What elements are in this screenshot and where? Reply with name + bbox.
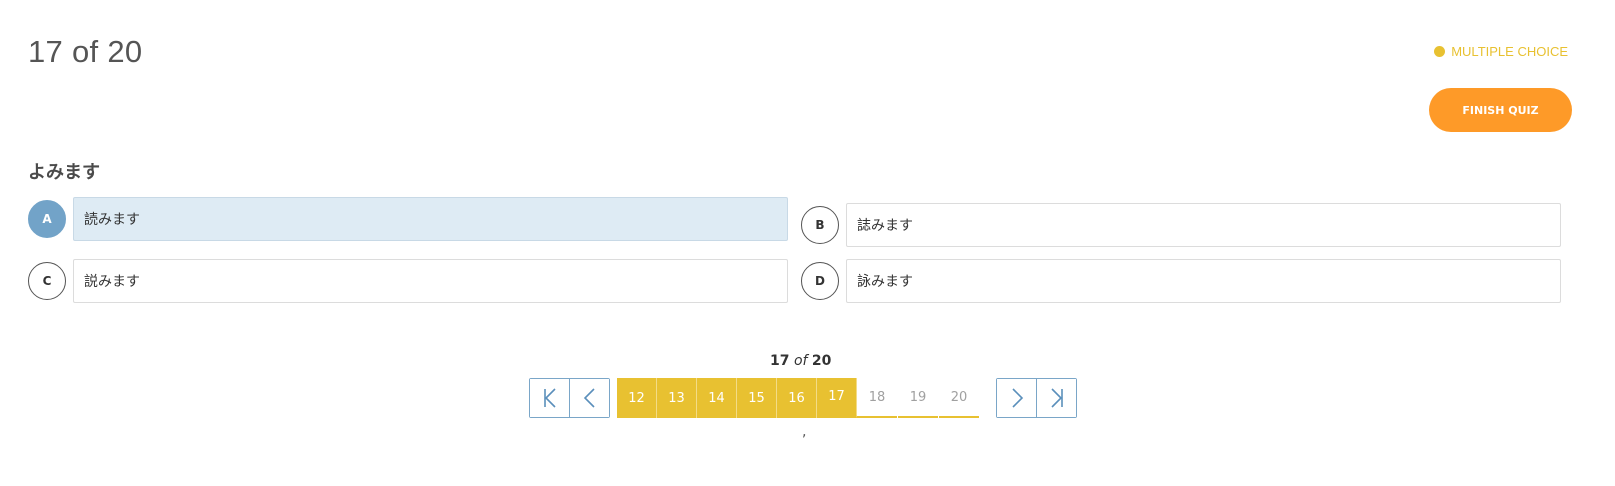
question-type-dot-icon — [1434, 46, 1446, 57]
chevron-left-icon — [583, 388, 595, 408]
pager-nav-right — [996, 378, 1077, 418]
page-button[interactable]: 19 — [898, 378, 938, 418]
footer-mark: , — [802, 424, 807, 440]
page-button-current[interactable]: 17 — [817, 378, 857, 418]
option-c-letter[interactable]: C — [28, 262, 66, 300]
option-b[interactable]: B 誌みます — [801, 203, 1561, 247]
pager-label: 17 of 20 — [770, 353, 831, 369]
next-page-button[interactable] — [997, 379, 1036, 417]
option-a[interactable]: A 読みます — [28, 197, 788, 241]
question-type-badge: MULTIPLE CHOICE — [1434, 44, 1568, 59]
option-a-letter[interactable]: A — [28, 200, 66, 238]
first-page-button[interactable] — [530, 379, 569, 417]
previous-page-button[interactable] — [569, 379, 609, 417]
option-b-letter[interactable]: B — [801, 206, 839, 244]
finish-quiz-button[interactable]: FINISH QUIZ — [1429, 88, 1572, 132]
page-button[interactable]: 18 — [857, 378, 897, 418]
option-d-answer[interactable]: 詠みます — [846, 259, 1561, 303]
page-button[interactable]: 13 — [657, 378, 697, 418]
last-page-icon — [1050, 388, 1063, 408]
question-counter: 17 of 20 — [28, 34, 143, 69]
option-d-letter[interactable]: D — [801, 262, 839, 300]
pager-total: 20 — [811, 353, 832, 369]
question-text: よみます — [28, 162, 100, 183]
page-button[interactable]: 15 — [737, 378, 777, 418]
option-b-answer[interactable]: 誌みます — [846, 203, 1561, 247]
last-page-button[interactable] — [1036, 379, 1076, 417]
page-button[interactable]: 16 — [777, 378, 817, 418]
first-page-icon — [543, 388, 556, 408]
chevron-right-icon — [1011, 388, 1023, 408]
quiz-page: 17 of 20 MULTIPLE CHOICE FINISH QUIZ よみま… — [0, 0, 1615, 486]
pager-current: 17 — [770, 353, 790, 369]
page-button[interactable]: 14 — [697, 378, 737, 418]
question-type-label: MULTIPLE CHOICE — [1451, 44, 1568, 59]
page-buttons: 12 13 14 15 16 17 18 19 20 — [617, 378, 980, 418]
pager-of: of — [793, 353, 808, 369]
page-button[interactable]: 20 — [939, 378, 979, 418]
option-c-answer[interactable]: 説みます — [73, 259, 788, 303]
option-d[interactable]: D 詠みます — [801, 259, 1561, 303]
page-button[interactable]: 12 — [617, 378, 657, 418]
option-c[interactable]: C 説みます — [28, 259, 788, 303]
pager-nav-left — [529, 378, 610, 418]
option-a-answer[interactable]: 読みます — [73, 197, 788, 241]
